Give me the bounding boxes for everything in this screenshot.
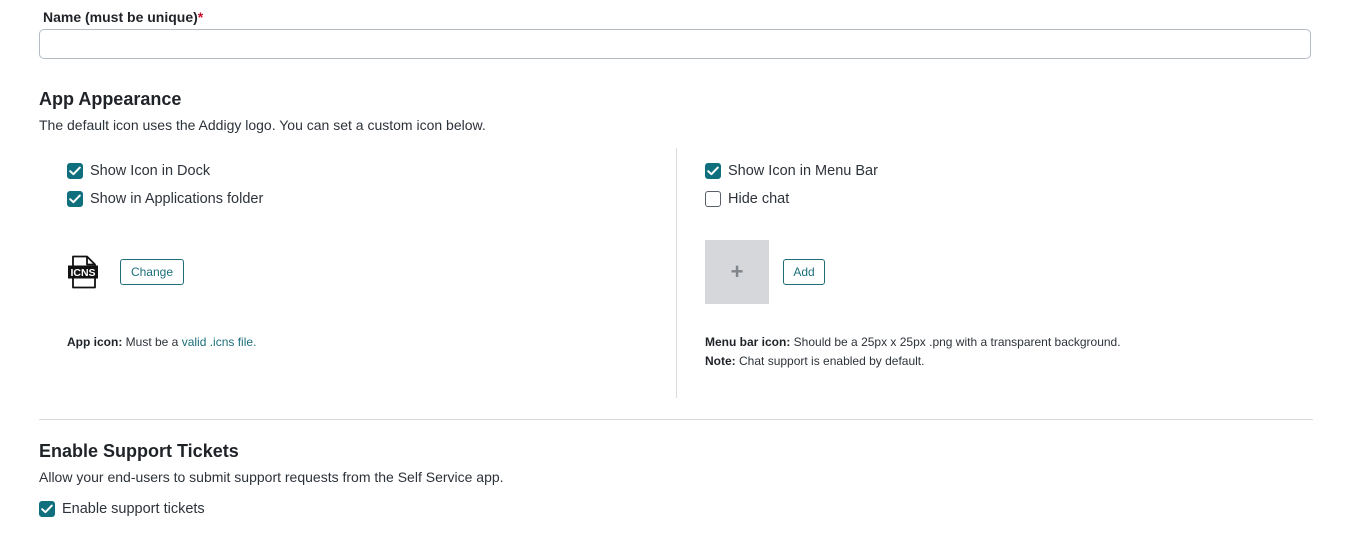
chat-note-text: Chat support is enabled by default.	[735, 354, 925, 368]
section-divider	[39, 419, 1313, 420]
hide-chat-label: Hide chat	[728, 191, 790, 207]
valid-icns-link[interactable]: valid .icns file.	[182, 335, 257, 349]
plus-icon: +	[730, 259, 744, 284]
hide-chat-checkbox[interactable]	[705, 191, 721, 207]
menu-bar-icon-placeholder: +	[705, 240, 769, 304]
support-tickets-description: Allow your end-users to submit support r…	[39, 469, 504, 485]
chat-note-bold: Note:	[705, 354, 736, 368]
checkmark-icon	[41, 504, 53, 514]
menu-bar-icon-help-text: Should be a 25px x 25px .png with a tran…	[790, 335, 1121, 349]
show-in-applications-folder-checkbox[interactable]	[67, 191, 83, 207]
checkbox-row-show-in-applications-folder[interactable]: Show in Applications folder	[67, 189, 263, 209]
support-tickets-title: Enable Support Tickets	[39, 441, 239, 461]
name-field-label: Name (must be unique)*	[43, 9, 203, 25]
name-label-text: Name (must be unique)	[43, 9, 198, 25]
show-icon-in-dock-checkbox[interactable]	[67, 163, 83, 179]
icns-file-icon: ICNS	[67, 255, 99, 289]
checkbox-row-hide-chat[interactable]: Hide chat	[705, 189, 789, 209]
chat-note-line: Note: Chat support is enabled by default…	[705, 352, 1305, 371]
app-appearance-description: The default icon uses the Addigy logo. Y…	[39, 117, 486, 133]
show-icon-in-menu-bar-label: Show Icon in Menu Bar	[728, 163, 878, 179]
app-icon-help: App icon: Must be a valid .icns file.	[67, 333, 256, 352]
checkbox-row-enable-support-tickets[interactable]: Enable support tickets	[39, 499, 205, 519]
show-icon-in-menu-bar-checkbox[interactable]	[705, 163, 721, 179]
app-appearance-title: App Appearance	[39, 89, 182, 109]
menu-bar-icon-help-bold: Menu bar icon:	[705, 335, 791, 349]
enable-support-tickets-checkbox[interactable]	[39, 501, 55, 517]
svg-text:ICNS: ICNS	[70, 267, 95, 279]
show-icon-in-dock-label: Show Icon in Dock	[90, 163, 211, 179]
add-icon-button[interactable]: Add	[783, 259, 825, 285]
checkbox-row-show-icon-in-menu-bar[interactable]: Show Icon in Menu Bar	[705, 161, 878, 181]
checkmark-icon	[69, 194, 81, 204]
menu-bar-icon-help: Menu bar icon: Should be a 25px x 25px .…	[705, 333, 1305, 371]
show-in-applications-folder-label: Show in Applications folder	[90, 191, 264, 207]
column-divider	[676, 148, 677, 398]
app-icon-help-text: Must be a	[122, 335, 182, 349]
app-icon-help-bold: App icon:	[67, 335, 123, 349]
enable-support-tickets-label: Enable support tickets	[62, 501, 205, 517]
checkmark-icon	[707, 166, 719, 176]
checkbox-row-show-icon-in-dock[interactable]: Show Icon in Dock	[67, 161, 210, 181]
change-icon-button[interactable]: Change	[120, 259, 184, 285]
name-input[interactable]	[39, 29, 1311, 59]
menu-bar-icon-help-line: Menu bar icon: Should be a 25px x 25px .…	[705, 333, 1305, 352]
checkmark-icon	[69, 166, 81, 176]
required-asterisk: *	[197, 9, 204, 25]
